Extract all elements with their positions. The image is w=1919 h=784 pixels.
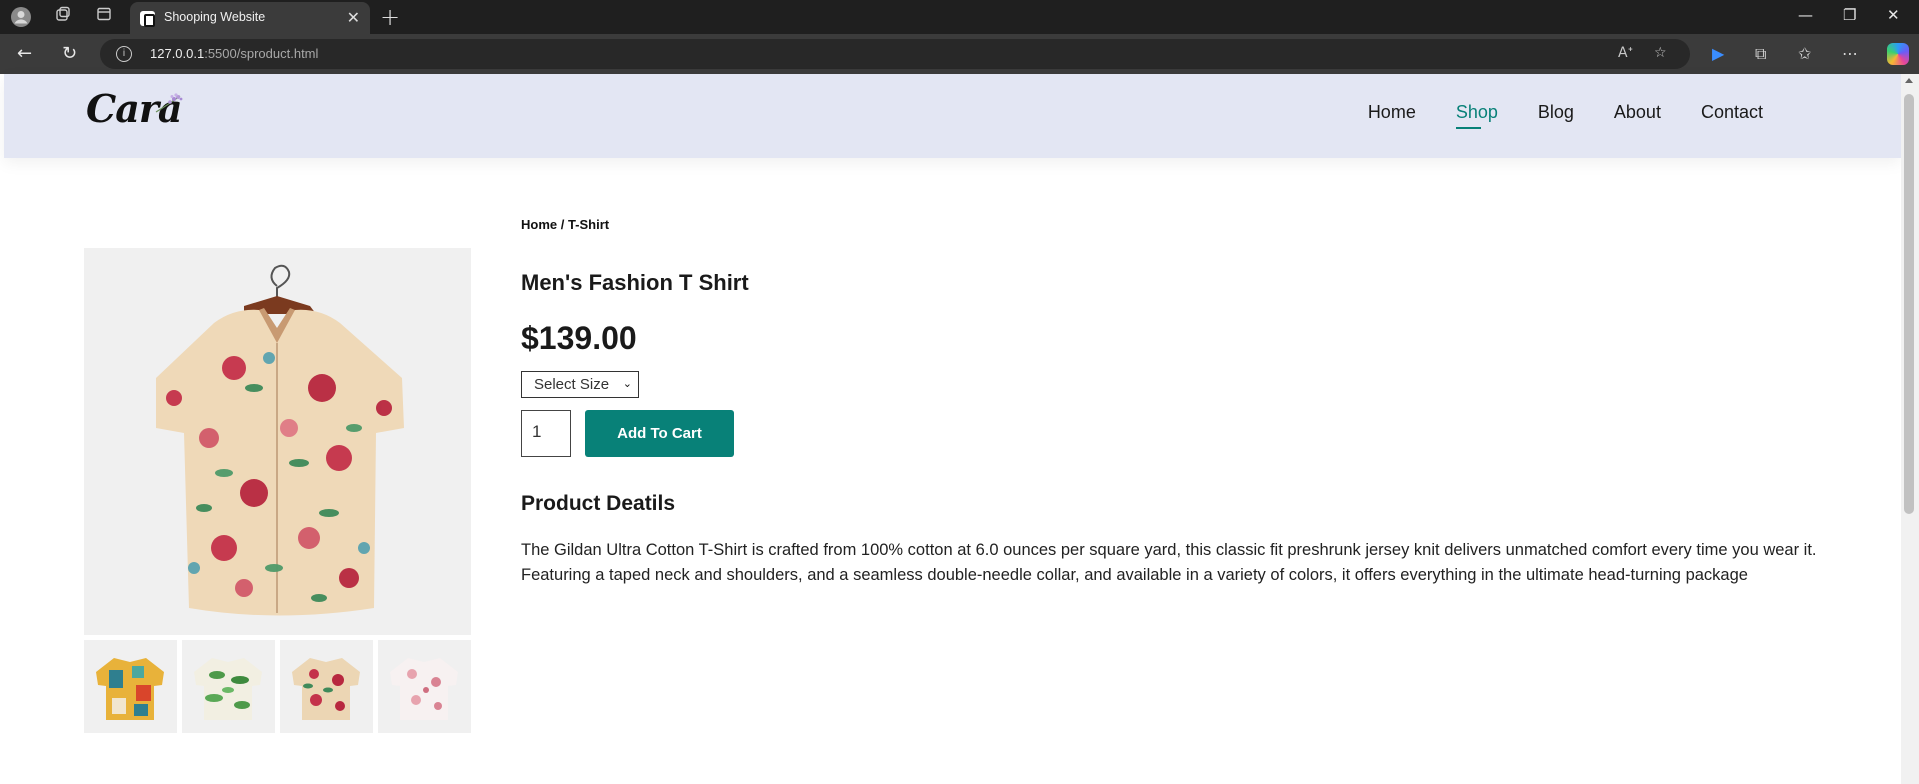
thumbnail-pink-floral-shirt[interactable] xyxy=(378,640,471,733)
product-description: The Gildan Ultra Cotton T-Shirt is craft… xyxy=(521,541,1817,584)
product-price: $139.00 xyxy=(521,320,637,356)
breadcrumb: Home / T-Shirt xyxy=(521,217,610,232)
size-select[interactable]: Select Size ⌄ xyxy=(521,371,639,398)
extensions-icon[interactable]: ⧉ xyxy=(1755,44,1766,64)
nav-home[interactable]: Home xyxy=(1368,102,1416,123)
copilot-icon[interactable] xyxy=(1887,43,1909,65)
browser-tab-bar: Shooping Website ✕ + — ❐ ✕ xyxy=(0,0,1919,34)
url-text[interactable]: 127.0.0.1:5500/sproduct.html xyxy=(150,46,318,61)
thumbnail-green-leaf-shirt[interactable] xyxy=(182,640,275,733)
size-select-value: Select Size xyxy=(534,376,610,393)
favorite-star-icon[interactable]: ☆ xyxy=(1654,45,1667,61)
address-bar[interactable]: i 127.0.0.1:5500/sproduct.html Aᐩ ☆ xyxy=(100,39,1690,69)
minimize-icon[interactable]: — xyxy=(1798,6,1813,24)
site-header: Cara Home Shop Blog About Contact xyxy=(4,74,1901,158)
close-window-icon[interactable]: ✕ xyxy=(1887,6,1900,24)
close-tab-icon[interactable]: ✕ xyxy=(347,8,360,27)
read-aloud-icon[interactable]: Aᐩ xyxy=(1618,45,1633,61)
site-favicon-icon xyxy=(140,11,155,27)
more-options-icon[interactable]: ⋯ xyxy=(1842,44,1858,63)
product-thumbnails xyxy=(84,640,471,733)
nav-blog[interactable]: Blog xyxy=(1538,102,1574,123)
product-details-heading: Product Deatils xyxy=(521,492,676,515)
product-title: Men's Fashion T Shirt xyxy=(521,270,749,295)
chevron-down-icon: ⌄ xyxy=(622,378,632,390)
restore-icon[interactable]: ❐ xyxy=(1843,6,1856,24)
back-icon[interactable]: ← xyxy=(17,43,32,64)
bing-icon[interactable]: ▶ xyxy=(1712,44,1724,63)
scroll-up-arrow-icon[interactable] xyxy=(1905,78,1913,83)
scrollbar-thumb[interactable] xyxy=(1904,94,1914,514)
tab-actions-icon[interactable] xyxy=(93,6,115,28)
main-nav: Home Shop Blog About Contact xyxy=(1368,102,1763,129)
profile-icon[interactable] xyxy=(10,6,32,28)
main-product-image xyxy=(84,248,471,635)
lavender-flower-icon xyxy=(155,93,183,113)
site-info-icon[interactable]: i xyxy=(116,46,132,62)
favorites-icon[interactable]: ✩ xyxy=(1798,44,1811,63)
tab-title: Shooping Website xyxy=(164,10,266,24)
browser-toolbar: ← ↻ i 127.0.0.1:5500/sproduct.html Aᐩ ☆ … xyxy=(0,34,1919,74)
quantity-input[interactable]: 1 xyxy=(521,410,571,457)
new-tab-button[interactable]: + xyxy=(380,3,400,31)
add-to-cart-button[interactable]: Add To Cart xyxy=(585,410,734,457)
thumbnail-floral-shirt[interactable] xyxy=(280,640,373,733)
thumbnail-colorful-shirt[interactable] xyxy=(84,640,177,733)
workspaces-icon[interactable] xyxy=(52,6,74,28)
nav-shop[interactable]: Shop xyxy=(1455,102,1498,129)
refresh-icon[interactable]: ↻ xyxy=(62,43,77,64)
active-tab[interactable]: Shooping Website ✕ xyxy=(130,2,370,34)
nav-about[interactable]: About xyxy=(1614,102,1661,123)
nav-contact[interactable]: Contact xyxy=(1701,102,1763,123)
web-page: Cara Home Shop Blog About Contact Home /… xyxy=(4,74,1901,784)
